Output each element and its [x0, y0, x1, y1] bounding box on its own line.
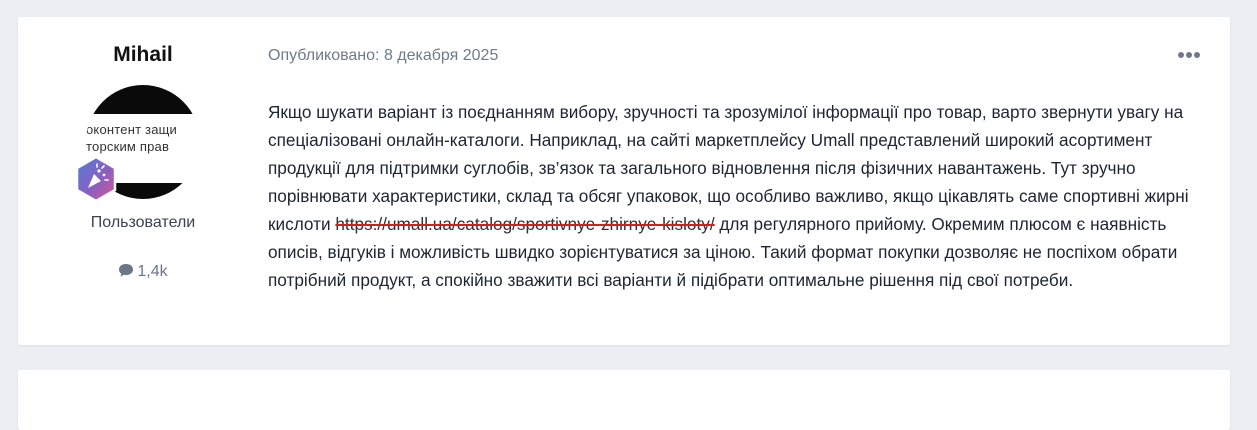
reputation-count: 1,4k [137, 263, 168, 280]
next-post-card [18, 370, 1230, 430]
post-card: Mihail оконтент защи торским прав Пользо… [18, 17, 1230, 345]
avatar-text-line1: оконтент защи [86, 122, 178, 137]
author-name[interactable]: Mihail [18, 43, 268, 67]
published-label: Опубликовано: [268, 47, 380, 64]
confetti-badge-icon[interactable] [72, 155, 120, 203]
catalog-link[interactable]: https://umall.ua/catalog/sportivnye-zhir… [335, 214, 714, 234]
ellipsis-icon[interactable] [1176, 48, 1202, 62]
post-meta: Опубликовано: 8 декабря 2025 [268, 47, 498, 65]
avatar-band-top [86, 85, 200, 114]
avatar-text-line2: торским прав [86, 139, 170, 154]
published-date[interactable]: 8 декабря 2025 [384, 47, 498, 64]
speech-bubble-icon [119, 264, 134, 277]
reputation-stat[interactable]: 1,4k [18, 263, 268, 281]
member-group: Пользователи [90, 214, 196, 231]
post-content: Якщо шукати варіант із поєднанням вибору… [268, 98, 1213, 294]
author-column: Mihail оконтент защи торским прав Пользо… [18, 17, 268, 345]
avatar-image-text: оконтент защи торским прав [86, 121, 200, 155]
